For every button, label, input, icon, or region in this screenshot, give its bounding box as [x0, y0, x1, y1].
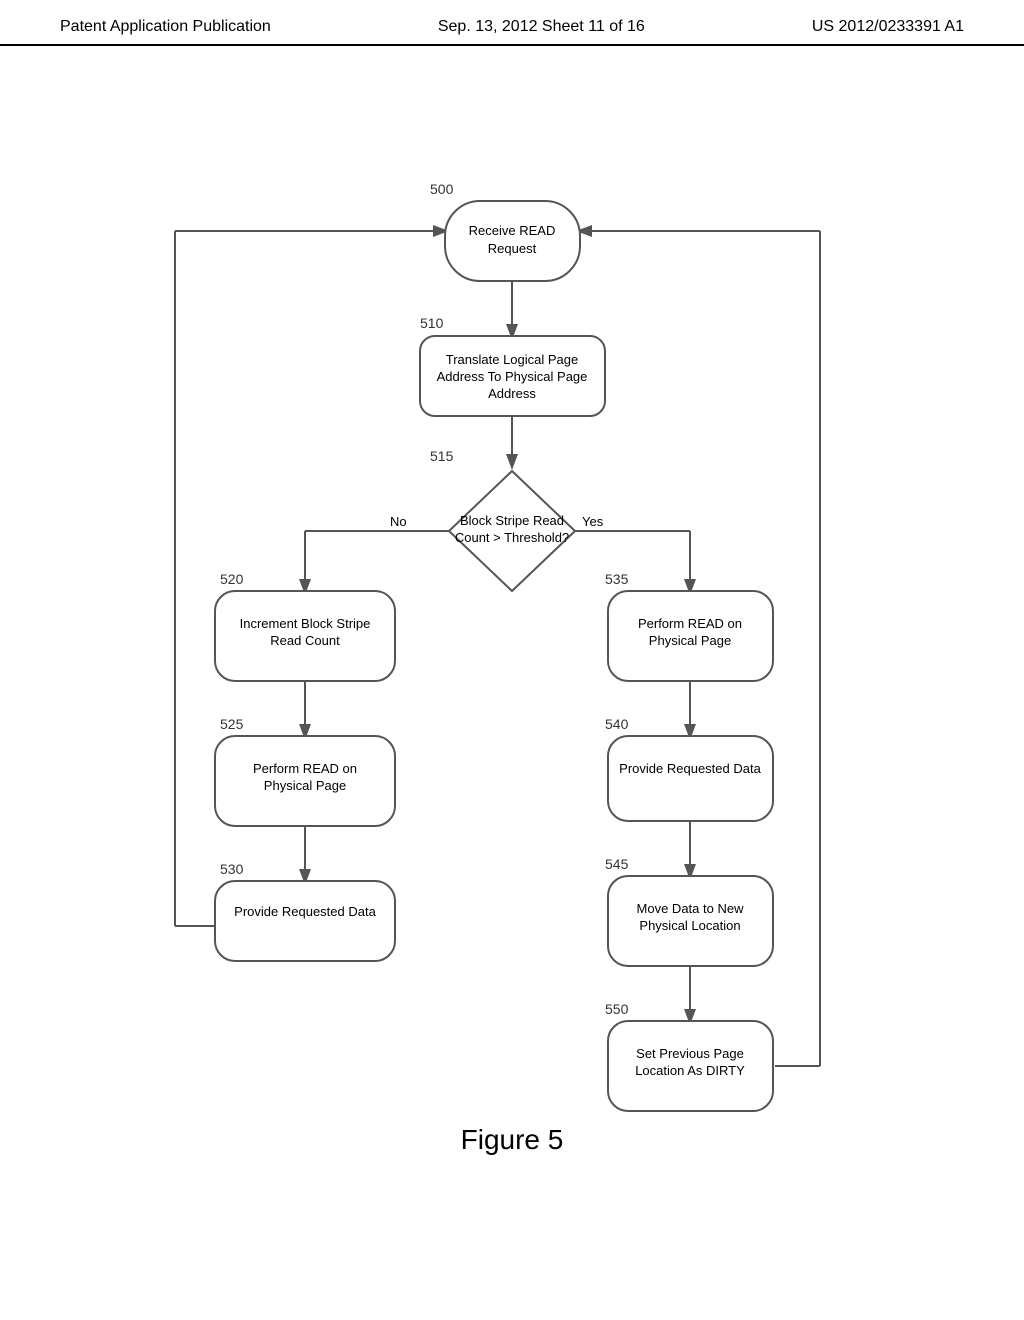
- n510-line1: Translate Logical Page: [446, 352, 579, 367]
- figure-caption: Figure 5: [0, 1124, 1024, 1156]
- n510-line2: Address To Physical Page: [437, 369, 588, 384]
- n525-line2: Physical Page: [264, 778, 346, 793]
- n520-line2: Read Count: [270, 633, 340, 648]
- n525-line1: Perform READ on: [253, 761, 357, 776]
- n530-line1: Provide Requested Data: [234, 904, 376, 919]
- n515-label-text: 515: [430, 448, 454, 464]
- n520-line1: Increment Block Stripe: [240, 616, 371, 631]
- n535-label-text: 535: [605, 571, 629, 587]
- n545-label-text: 545: [605, 856, 629, 872]
- n535-line2: Physical Page: [649, 633, 731, 648]
- n515-yes-label: Yes: [582, 514, 604, 529]
- flowchart-svg: 500 Receive READ Request 510 Translate L…: [0, 46, 1024, 1196]
- n550-line2: Location As DIRTY: [635, 1063, 745, 1078]
- n540-label-text: 540: [605, 716, 629, 732]
- n540-line1: Provide Requested Data: [619, 761, 761, 776]
- header-right: US 2012/0233391 A1: [812, 18, 964, 36]
- n545-line2: Physical Location: [639, 918, 740, 933]
- n550-label-text: 550: [605, 1001, 629, 1017]
- n545-line1: Move Data to New: [637, 901, 745, 916]
- n500-line2: Request: [488, 241, 537, 256]
- n500-line1: Receive READ: [469, 223, 556, 238]
- diagram-area: 500 Receive READ Request 510 Translate L…: [0, 46, 1024, 1196]
- n520-label-text: 520: [220, 571, 244, 587]
- n500-label-text: 500: [430, 181, 454, 197]
- page-header: Patent Application Publication Sep. 13, …: [0, 0, 1024, 46]
- header-center: Sep. 13, 2012 Sheet 11 of 16: [438, 18, 645, 36]
- header-left: Patent Application Publication: [60, 18, 271, 36]
- n515-no-label: No: [390, 514, 407, 529]
- n550-line1: Set Previous Page: [636, 1046, 744, 1061]
- n515-line1: Block Stripe Read: [460, 513, 564, 528]
- n515-line2: Count > Threshold?: [455, 530, 569, 545]
- n525-label-text: 525: [220, 716, 244, 732]
- n530-label-text: 530: [220, 861, 244, 877]
- n535-line1: Perform READ on: [638, 616, 742, 631]
- n510-line3: Address: [488, 386, 536, 401]
- n510-label-text: 510: [420, 315, 444, 331]
